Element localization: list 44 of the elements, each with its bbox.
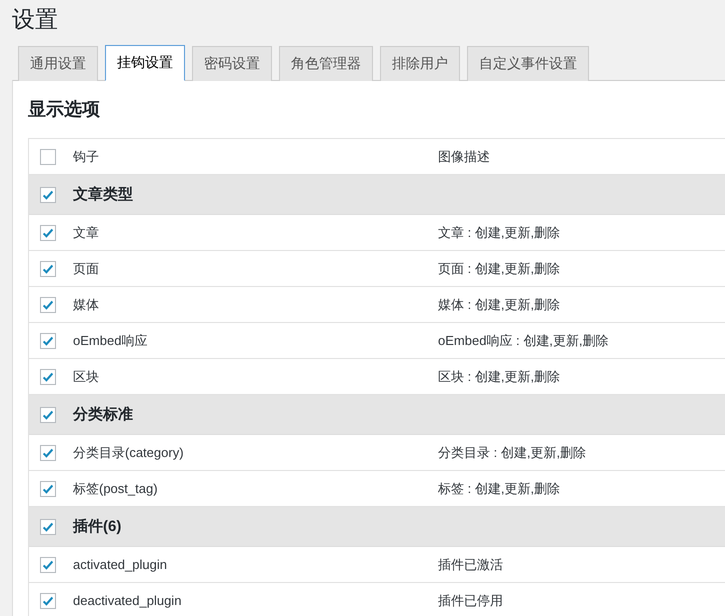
table-cell: 区块 : 创建,更新,删除 xyxy=(438,368,560,386)
table-cell: 分类目录 : 创建,更新,删除 xyxy=(438,444,586,462)
group-title: 文章类型 xyxy=(73,185,133,204)
table-cell-text: oEmbed响应 xyxy=(73,332,148,350)
table-cell-text: 媒体 xyxy=(73,296,100,314)
section-title: 显示选项 xyxy=(28,98,100,121)
table-cell-text: 页面 xyxy=(73,260,100,278)
table-cell-text: 分类目录(category) xyxy=(73,444,185,462)
checkbox[interactable] xyxy=(40,444,56,460)
table-cell: 插件已激活 xyxy=(438,556,503,574)
tab[interactable]: 密码设置 xyxy=(192,46,272,81)
tab[interactable]: 角色管理器 xyxy=(279,46,373,81)
table-cell: 媒体 : 创建,更新,删除 xyxy=(438,296,560,314)
tab[interactable]: 通用设置 xyxy=(18,46,98,81)
tab[interactable]: 排除用户 xyxy=(380,46,460,81)
checkbox[interactable] xyxy=(40,148,56,164)
table-cell-text: activated_plugin xyxy=(73,557,168,572)
column-header: 图像描述 xyxy=(438,148,490,166)
checkbox[interactable] xyxy=(40,332,56,348)
checkbox[interactable] xyxy=(40,406,56,422)
checkbox[interactable] xyxy=(40,296,56,312)
table-cell-text: deactivated_plugin xyxy=(73,593,182,608)
table-cell: oEmbed响应 : 创建,更新,删除 xyxy=(438,332,608,350)
checkbox[interactable] xyxy=(40,368,56,384)
table-cell-text: 文章 xyxy=(73,224,100,242)
checkbox[interactable] xyxy=(40,518,56,534)
column-header: 钩子 xyxy=(73,148,100,166)
checkbox[interactable] xyxy=(40,224,56,240)
table-cell-text: 区块 xyxy=(73,368,100,386)
group-title: 插件(6) xyxy=(73,517,122,536)
table-cell-text: 标签(post_tag) xyxy=(73,480,159,498)
table-cell: 插件已停用 xyxy=(438,592,503,610)
table-cell: 文章 : 创建,更新,删除 xyxy=(438,224,560,242)
group-title: 分类标准 xyxy=(73,405,133,424)
table-cell: 标签 : 创建,更新,删除 xyxy=(438,480,560,498)
checkbox[interactable] xyxy=(40,260,56,276)
page-title: 设置 xyxy=(12,5,58,34)
tab[interactable]: 挂钩设置 xyxy=(105,45,185,81)
checkbox[interactable] xyxy=(40,186,56,202)
tab[interactable]: 自定义事件设置 xyxy=(467,46,589,81)
checkbox[interactable] xyxy=(40,556,56,572)
checkbox[interactable] xyxy=(40,592,56,608)
table-cell: 页面 : 创建,更新,删除 xyxy=(438,260,560,278)
checkbox[interactable] xyxy=(40,480,56,496)
